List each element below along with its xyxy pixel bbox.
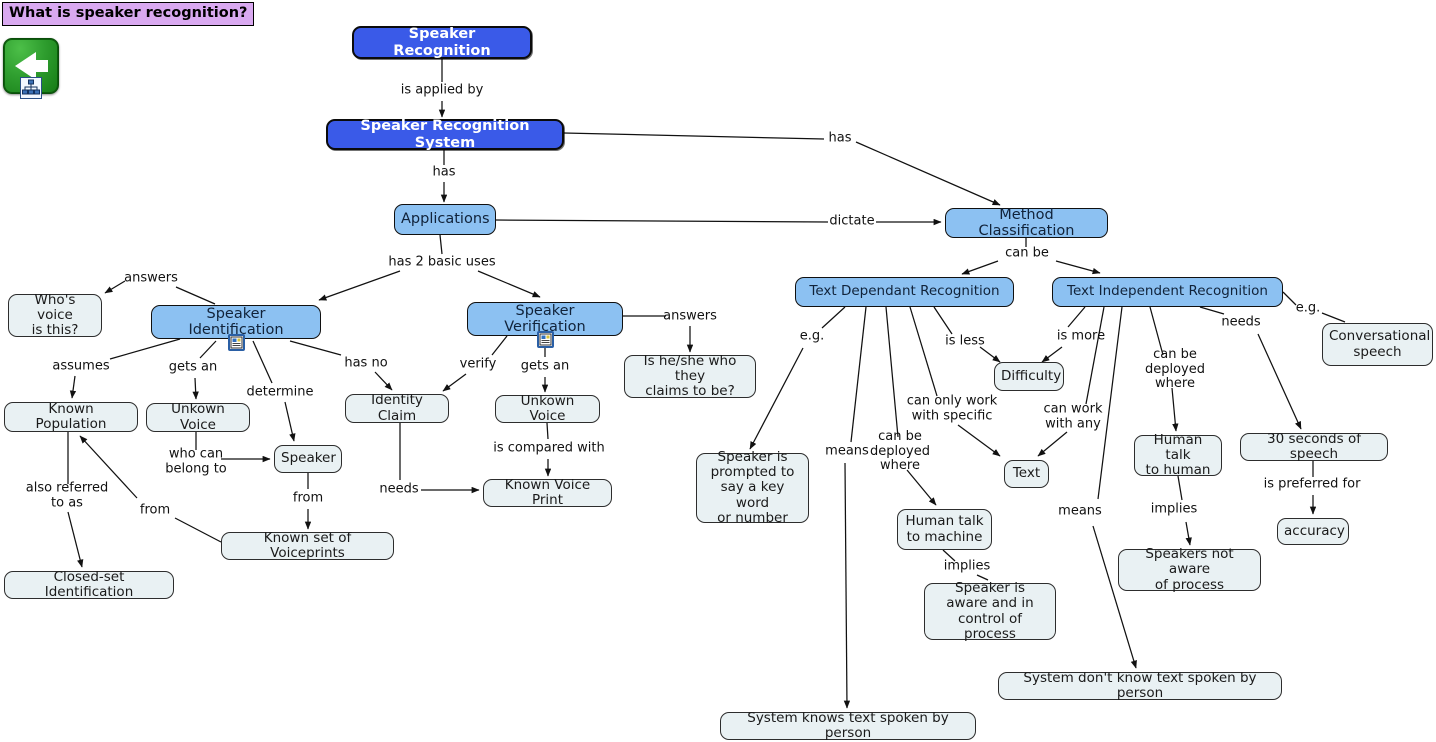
edge-label-eg-dependant: e.g. — [799, 328, 825, 344]
edge-label-answers-verification: answers — [663, 308, 717, 324]
concept-node-known-set-of-voiceprints[interactable]: Known set of Voiceprints — [221, 529, 394, 561]
concept-node-speaker[interactable]: Speaker — [274, 445, 342, 473]
concept-node-label: Known Voice Print — [504, 476, 591, 508]
edge-label-is-preferred-for: is preferred for — [1263, 476, 1361, 492]
resource-badge-icon-speaker-verification[interactable] — [537, 331, 554, 348]
edge-label-means-dependant: means — [825, 443, 869, 459]
edge-label-needs-30s: needs — [1221, 314, 1261, 330]
edge-label-has-system-method: has — [828, 130, 852, 146]
concept-node-unkown-voice-right[interactable]: Unkown Voice — [495, 392, 600, 424]
concept-node-speaker-prompted-keyword[interactable]: Speaker is prompted to say a key word or… — [696, 449, 809, 526]
concept-node-label: System knows text spoken by person — [747, 709, 949, 741]
concept-node-closed-set-identification[interactable]: Closed-set Identification — [4, 568, 174, 600]
concept-node-conversational-speech[interactable]: Conversational speech — [1322, 323, 1433, 366]
concept-node-human-talk-to-machine[interactable]: Human talk to machine — [897, 509, 992, 550]
tree-glyph-icon — [22, 79, 40, 95]
edge-label-answers-identification: answers — [124, 270, 178, 286]
concept-node-system-knows-text[interactable]: System knows text spoken by person — [720, 709, 976, 741]
concept-node-label: Unkown Voice — [171, 401, 225, 433]
concept-node-label: Text Independent Recognition — [1067, 283, 1268, 300]
concept-node-label: Closed-set Identification — [44, 568, 134, 600]
concept-node-label: Unkown Voice — [520, 392, 575, 424]
edge-label-gets-an-left: gets an — [168, 359, 218, 375]
concept-node-label: Known Population — [35, 400, 107, 432]
edge-label-assumes: assumes — [52, 358, 110, 374]
edge-label-has-2-basic-uses: has 2 basic uses — [388, 254, 496, 270]
concept-node-label: accuracy — [1284, 522, 1345, 539]
edge-label-implies-human: implies — [1150, 501, 1198, 517]
edge-label-implies-machine: implies — [943, 558, 991, 574]
concept-node-speaker-aware-in-control[interactable]: Speaker is aware and in control of proce… — [924, 580, 1056, 642]
concept-node-label: Text Dependant Recognition — [809, 283, 1000, 300]
concept-node-label: Speaker Recognition System — [360, 118, 530, 151]
concept-node-label: Speakers not aware of process — [1145, 546, 1234, 593]
edge-label-from-voiceprints-pop: from — [139, 502, 171, 518]
concept-node-difficulty[interactable]: Difficulty — [994, 362, 1064, 391]
concept-node-human-talk-to-human[interactable]: Human talk to human — [1134, 431, 1222, 479]
concept-node-label: Is he/she who they claims to be? — [643, 352, 737, 400]
edge-label-can-be-deployed-where-ind: can be deployed where — [1144, 347, 1206, 392]
resource-badge-icon-speaker-identification[interactable] — [228, 334, 245, 351]
concept-node-label: 30 seconds of speech — [1267, 430, 1361, 462]
concept-node-speakers-not-aware[interactable]: Speakers not aware of process — [1118, 546, 1261, 593]
edge-label-needs-identity-claim: needs — [379, 481, 419, 497]
edge-label-who-can-belong-to: who can belong to — [165, 446, 227, 476]
edge-label-can-be: can be — [1005, 245, 1049, 261]
concept-node-speaker-recognition-system[interactable]: Speaker Recognition System — [326, 118, 564, 151]
edge-label-is-compared-with: is compared with — [493, 440, 605, 456]
concept-node-label: Conversational speech — [1329, 328, 1431, 360]
concept-node-label: Text — [1012, 465, 1041, 482]
concept-node-label: Who's voice is this? — [31, 291, 79, 339]
concept-node-accuracy[interactable]: accuracy — [1277, 518, 1349, 545]
concept-map-badge-icon[interactable] — [20, 77, 42, 99]
concept-node-label: Identity Claim — [371, 392, 423, 424]
concept-node-label: Method Classification — [978, 206, 1075, 239]
concept-node-label: Speaker is prompted to say a key word or… — [710, 449, 795, 526]
edge-label-verify: verify — [459, 356, 497, 372]
edge-label-also-referred-to-as: also referred to as — [25, 480, 109, 510]
concept-node-system-dont-know-text[interactable]: System don't know text spoken by person — [998, 669, 1282, 701]
concept-node-unkown-voice-left[interactable]: Unkown Voice — [146, 401, 250, 433]
concept-node-label: Human talk to machine — [905, 513, 984, 545]
page-title: What is speaker recognition? — [2, 2, 255, 26]
edge-label-determine: determine — [246, 384, 314, 400]
concept-node-is-he-she-who-they-claims[interactable]: Is he/she who they claims to be? — [624, 352, 756, 400]
concept-node-label: Difficulty — [1001, 367, 1062, 384]
edge-label-gets-an-right: gets an — [520, 358, 570, 374]
edge-label-is-less: is less — [945, 333, 985, 349]
concept-node-label: Speaker Recognition — [393, 26, 491, 59]
edge-label-has-no: has no — [344, 355, 388, 371]
edge-label-means-independent: means — [1058, 503, 1102, 519]
concept-node-identity-claim[interactable]: Identity Claim — [345, 392, 449, 424]
concept-node-label: Speaker is aware and in control of proce… — [946, 580, 1034, 642]
edge-label-is-applied-by: is applied by — [400, 82, 484, 98]
concept-node-applications[interactable]: Applications — [394, 204, 496, 235]
edge-label-can-only-work-with-specific: can only work with specific — [906, 393, 998, 423]
concept-node-speaker-recognition[interactable]: Speaker Recognition — [352, 26, 532, 59]
concept-node-thirty-seconds-of-speech[interactable]: 30 seconds of speech — [1240, 430, 1388, 462]
concept-node-known-voice-print[interactable]: Known Voice Print — [483, 476, 612, 508]
concept-node-method-classification[interactable]: Method Classification — [945, 206, 1108, 239]
concept-node-label: Speaker — [281, 450, 336, 467]
concept-node-label: Human talk to human — [1145, 431, 1211, 479]
edge-label-can-work-with-any: can work with any — [1043, 401, 1103, 431]
concept-map-canvas: What is speaker recognition? Speaker Rec… — [0, 0, 1436, 742]
edge-label-is-more: is more — [1056, 328, 1106, 344]
edge-label-from-speaker: from — [292, 490, 324, 506]
concept-node-label: Known set of Voiceprints — [263, 529, 352, 561]
edge-label-eg-independent: e.g. — [1295, 300, 1321, 316]
concept-node-text[interactable]: Text — [1004, 460, 1049, 488]
edge-label-can-be-deployed-where-dep: can be deployed where — [869, 429, 931, 474]
concept-node-text-dependant-recognition[interactable]: Text Dependant Recognition — [795, 277, 1014, 307]
concept-node-whos-voice-is-this[interactable]: Who's voice is this? — [8, 291, 102, 339]
concept-node-label: Applications — [401, 211, 490, 228]
concept-node-known-population[interactable]: Known Population — [4, 400, 138, 432]
edge-label-dictate: dictate — [829, 213, 875, 229]
concept-node-text-independent-recognition[interactable]: Text Independent Recognition — [1052, 277, 1283, 307]
edge-label-has-system-apps: has — [432, 164, 456, 180]
concept-node-label: System don't know text spoken by person — [1023, 669, 1257, 701]
